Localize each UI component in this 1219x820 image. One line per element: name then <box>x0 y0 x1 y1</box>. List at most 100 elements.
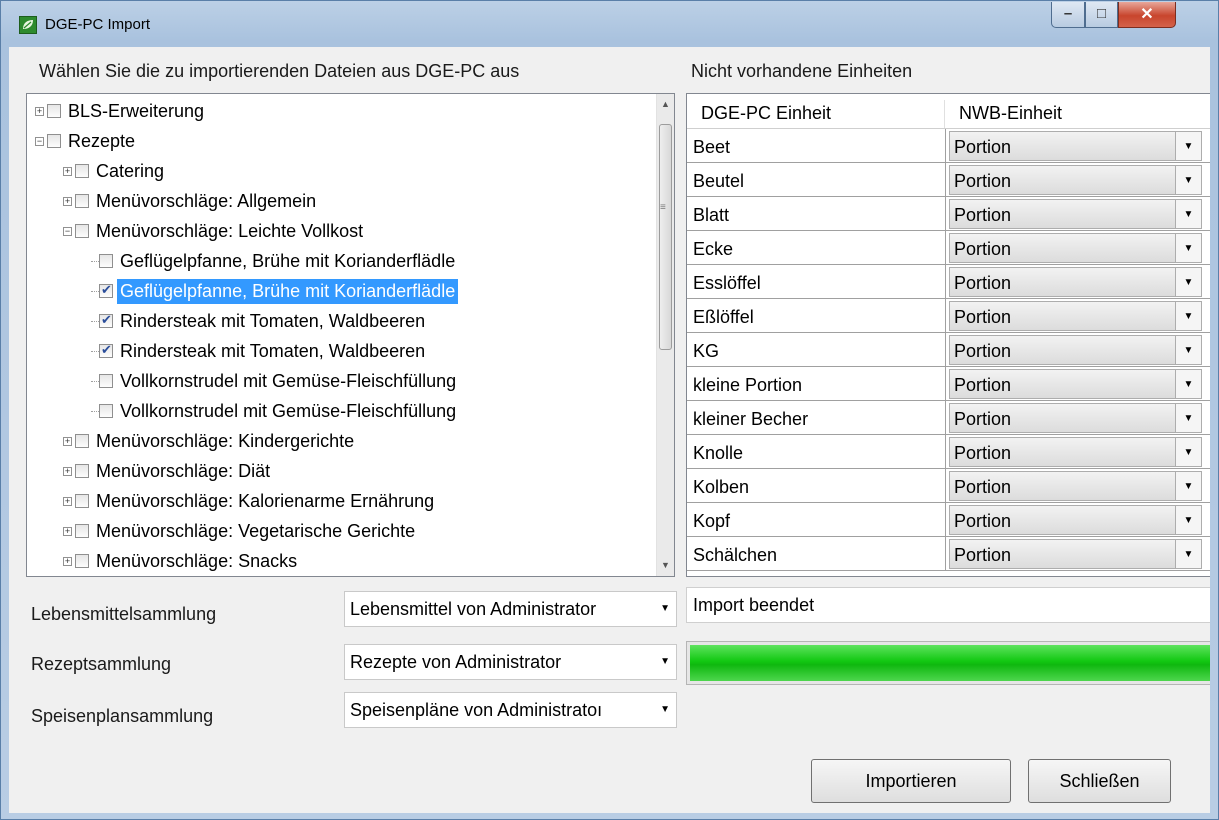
tree-item-checkbox[interactable] <box>75 194 89 208</box>
dropdown-arrow-icon[interactable]: ▼ <box>1176 199 1202 229</box>
dgepc-unit-cell[interactable]: Schälchen <box>687 537 946 571</box>
food-collection-select[interactable]: Lebensmittel von Administrator ▼ <box>344 591 677 627</box>
dropdown-arrow-icon[interactable]: ▼ <box>1176 267 1202 297</box>
tree-item-label[interactable]: Vollkornstrudel mit Gemüse-Fleischfüllun… <box>117 399 459 424</box>
tree-item-label[interactable]: Menüvorschläge: Kindergerichte <box>93 429 357 454</box>
dgepc-unit-cell[interactable]: Esslöffel <box>687 265 946 299</box>
tree-item-checkbox[interactable] <box>75 164 89 178</box>
nwb-unit-select[interactable]: Portion <box>949 335 1176 365</box>
tree-item-label[interactable]: Menüvorschläge: Vegetarische Gerichte <box>93 519 418 544</box>
scroll-up-icon[interactable]: ▲ <box>657 96 674 113</box>
tree-item[interactable]: + Catering <box>63 156 167 186</box>
tree-item[interactable]: Vollkornstrudel mit Gemüse-Fleischfüllun… <box>91 396 459 426</box>
expand-icon[interactable]: + <box>63 526 72 536</box>
tree-item-label[interactable]: Menüvorschläge: Diät <box>93 459 273 484</box>
tree-item[interactable]: + BLS-Erweiterung <box>35 96 207 126</box>
dropdown-arrow-icon[interactable]: ▼ <box>1176 403 1202 433</box>
nwb-unit-select[interactable]: Portion <box>949 369 1176 399</box>
nwb-unit-select[interactable]: Portion <box>949 471 1176 501</box>
dropdown-arrow-icon[interactable]: ▼ <box>1176 437 1202 467</box>
tree-item-label[interactable]: Menüvorschläge: Snacks <box>93 549 300 574</box>
tree-item[interactable]: − Rezepte <box>35 126 138 156</box>
dgepc-unit-cell[interactable]: Beet <box>687 129 946 163</box>
expand-icon[interactable]: + <box>63 196 72 206</box>
expand-icon[interactable]: + <box>35 106 44 116</box>
dgepc-unit-cell[interactable]: Beutel <box>687 163 946 197</box>
import-file-tree[interactable]: ▲ ≡ ▼ + BLS-Erweiterung − Rezepte + Catering +… <box>26 93 675 577</box>
scroll-down-icon[interactable]: ▼ <box>657 557 674 574</box>
tree-item-checkbox[interactable] <box>75 554 89 568</box>
dgepc-unit-cell[interactable]: KG <box>687 333 946 367</box>
units-grid[interactable]: DGE-PC Einheit NWB-Einheit Beet Portion ▼ B… <box>686 93 1210 577</box>
tree-item[interactable]: Rindersteak mit Tomaten, Waldbeeren <box>91 306 428 336</box>
tree-item[interactable]: + Menüvorschläge: Vegetarische Gerichte <box>63 516 418 546</box>
tree-item-label[interactable]: Geflügelpfanne, Brühe mit Korianderflädl… <box>117 249 458 274</box>
tree-item-checkbox[interactable] <box>99 404 113 418</box>
tree-item-checkbox[interactable] <box>47 134 61 148</box>
tree-item[interactable]: Vollkornstrudel mit Gemüse-Fleischfüllun… <box>91 366 459 396</box>
tree-item-label[interactable]: Rezepte <box>65 129 138 154</box>
dgepc-unit-cell[interactable]: Kopf <box>687 503 946 537</box>
tree-item[interactable]: + Menüvorschläge: Snacks <box>63 546 300 576</box>
tree-item-label[interactable]: BLS-Erweiterung <box>65 99 207 124</box>
collapse-icon[interactable]: − <box>63 226 72 236</box>
tree-item-checkbox[interactable] <box>75 434 89 448</box>
close-window-button[interactable]: ✕ <box>1118 2 1176 28</box>
dropdown-arrow-icon[interactable]: ▼ <box>1176 505 1202 535</box>
dgepc-unit-cell[interactable]: kleine Portion <box>687 367 946 401</box>
tree-item-label[interactable]: Vollkornstrudel mit Gemüse-Fleischfüllun… <box>117 369 459 394</box>
col-dgepc-unit[interactable]: DGE-PC Einheit <box>687 94 944 128</box>
tree-item[interactable]: + Menüvorschläge: Kalorienarme Ernährung <box>63 486 437 516</box>
nwb-unit-select[interactable]: Portion <box>949 403 1176 433</box>
tree-item[interactable]: Geflügelpfanne, Brühe mit Korianderflädl… <box>91 276 459 306</box>
tree-item-checkbox[interactable] <box>99 342 113 358</box>
nwb-unit-select[interactable]: Portion <box>949 437 1176 467</box>
mealplan-collection-select[interactable]: Speisenpläne von Administratoı ▼ <box>344 692 677 728</box>
tree-item-checkbox[interactable] <box>99 282 113 298</box>
dgepc-unit-cell[interactable]: Blatt <box>687 197 946 231</box>
tree-item-label[interactable]: Geflügelpfanne, Brühe mit Korianderflädl… <box>117 278 459 304</box>
tree-item-checkbox[interactable] <box>75 524 89 538</box>
tree-item-checkbox[interactable] <box>99 312 113 328</box>
dropdown-arrow-icon[interactable]: ▼ <box>1176 471 1202 501</box>
nwb-unit-select[interactable]: Portion <box>949 539 1176 569</box>
tree-item[interactable]: − Menüvorschläge: Leichte Vollkost <box>63 216 366 246</box>
nwb-unit-select[interactable]: Portion <box>949 199 1176 229</box>
tree-scrollbar[interactable]: ▲ ≡ ▼ <box>656 94 674 576</box>
tree-item[interactable]: + Menüvorschläge: Diät <box>63 456 273 486</box>
col-nwb-unit[interactable]: NWB-Einheit <box>945 94 1210 128</box>
nwb-unit-select[interactable]: Portion <box>949 301 1176 331</box>
nwb-unit-select[interactable]: Portion <box>949 505 1176 535</box>
expand-icon[interactable]: + <box>63 166 72 176</box>
tree-item-label[interactable]: Menüvorschläge: Allgemein <box>93 189 319 214</box>
dropdown-arrow-icon[interactable]: ▼ <box>1176 233 1202 263</box>
tree-item-label[interactable]: Rindersteak mit Tomaten, Waldbeeren <box>117 309 428 334</box>
dgepc-unit-cell[interactable]: Eßlöffel <box>687 299 946 333</box>
nwb-unit-select[interactable]: Portion <box>949 233 1176 263</box>
tree-item-label[interactable]: Catering <box>93 159 167 184</box>
scrollbar-thumb[interactable] <box>659 124 672 350</box>
tree-item[interactable]: Rindersteak mit Tomaten, Waldbeeren <box>91 336 428 366</box>
tree-item-checkbox[interactable] <box>99 254 113 268</box>
dropdown-arrow-icon[interactable]: ▼ <box>1176 335 1202 365</box>
title-bar[interactable]: DGE-PC Import – □ ✕ <box>1 1 1218 47</box>
tree-item-checkbox[interactable] <box>99 374 113 388</box>
nwb-unit-select[interactable]: Portion <box>949 131 1176 161</box>
tree-item[interactable]: + Menüvorschläge: Allgemein <box>63 186 319 216</box>
close-button[interactable]: Schließen <box>1028 759 1171 803</box>
expand-icon[interactable]: + <box>63 466 72 476</box>
dgepc-unit-cell[interactable]: Kolben <box>687 469 946 503</box>
dropdown-arrow-icon[interactable]: ▼ <box>1176 165 1202 195</box>
recipe-collection-select[interactable]: Rezepte von Administrator ▼ <box>344 644 677 680</box>
nwb-unit-select[interactable]: Portion <box>949 267 1176 297</box>
nwb-unit-select[interactable]: Portion <box>949 165 1176 195</box>
tree-item-checkbox[interactable] <box>75 224 89 238</box>
minimize-button[interactable]: – <box>1051 2 1085 28</box>
tree-item-checkbox[interactable] <box>75 494 89 508</box>
expand-icon[interactable]: + <box>63 496 72 506</box>
tree-item[interactable]: Geflügelpfanne, Brühe mit Korianderflädl… <box>91 246 458 276</box>
import-button[interactable]: Importieren <box>811 759 1011 803</box>
maximize-button[interactable]: □ <box>1085 2 1118 28</box>
dgepc-unit-cell[interactable]: kleiner Becher <box>687 401 946 435</box>
collapse-icon[interactable]: − <box>35 136 44 146</box>
